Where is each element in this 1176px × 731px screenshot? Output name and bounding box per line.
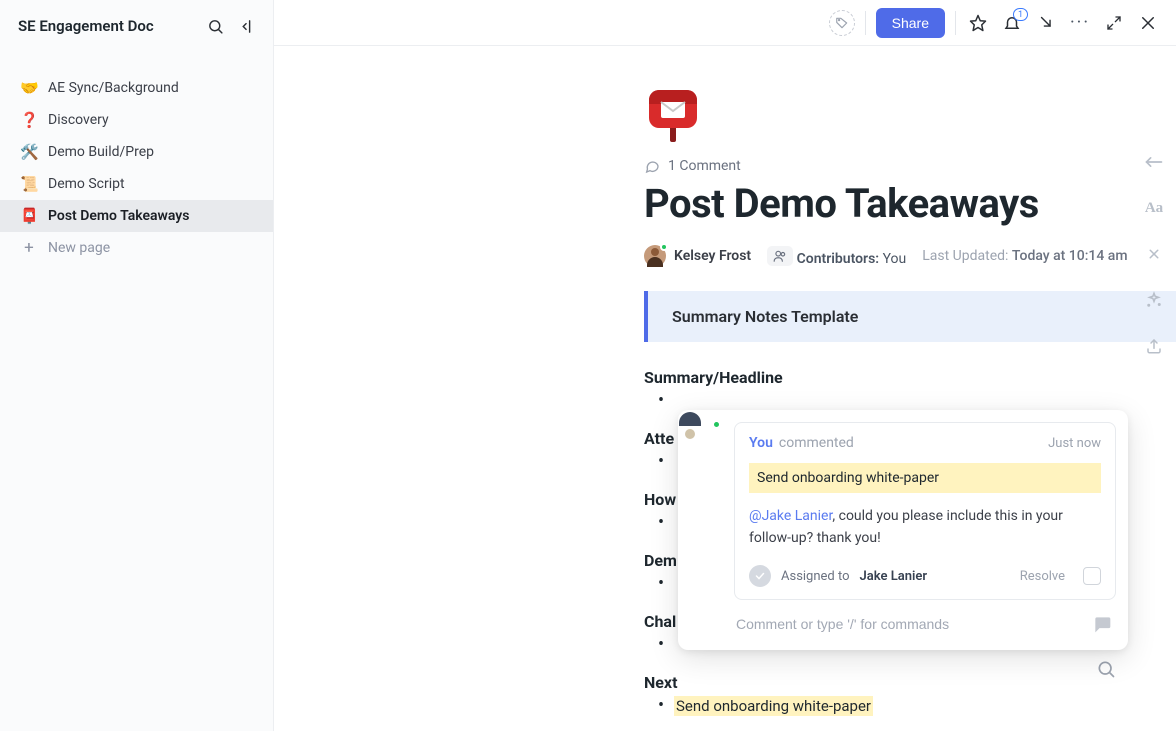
owner-name: Kelsey Frost [674,248,751,264]
document-scroll: 1 Comment Post Demo Takeaways Kelsey Fro… [274,46,1176,731]
sidebar-item-label: Post Demo Takeaways [48,208,189,224]
search-icon[interactable] [203,14,227,38]
sidebar-item-demo-build[interactable]: 🛠️ Demo Build/Prep [0,136,273,168]
comment-count[interactable]: 1 Comment [644,158,1176,174]
comment-header: You commented Just now [749,435,1101,451]
plus-icon: + [20,238,38,258]
star-icon[interactable] [966,11,990,35]
tags-icon[interactable] [829,10,855,36]
document-owner[interactable]: Kelsey Frost [644,245,751,267]
avatar [644,245,666,267]
contributors-label: Contributors: [797,251,879,267]
comment-author-avatar-col [690,422,724,638]
list-item[interactable] [644,389,1176,409]
doc-root-title: SE Engagement Doc [18,17,195,35]
comment-action: commented [779,435,854,451]
sidebar-item-label: New page [48,240,110,256]
assign-check-icon[interactable] [749,565,771,587]
comment-body: @Jake Lanier, could you please include t… [749,505,1101,549]
sidebar-header: SE Engagement Doc [0,0,273,48]
divider [865,11,866,35]
close-icon[interactable] [1136,11,1160,35]
scroll-icon: 📜 [20,175,38,193]
presence-dot-icon [712,420,721,429]
link-icon[interactable] [1142,242,1166,266]
expand-icon[interactable] [1102,11,1126,35]
main-area: Share 1 ··· [274,0,1176,731]
notification-badge: 1 [1013,8,1028,21]
handshake-icon: 🤝 [20,79,38,97]
updated-value: Today at 10:14 am [1012,248,1128,264]
right-tool-rail: Aa [1132,46,1176,358]
sidebar-item-ae-sync[interactable]: 🤝 AE Sync/Background [0,72,273,104]
comment-reply-row [734,610,1116,638]
comment-thread: You commented Just now Send onboarding w… [734,422,1116,600]
send-comment-icon[interactable] [1088,612,1116,636]
comment-popover: You commented Just now Send onboarding w… [678,410,1128,650]
sidebar-item-label: Demo Script [48,176,125,192]
highlighted-text: Send onboarding white-paper [674,696,873,716]
highlighted-text: Send onboarding white-paper [749,463,1101,493]
document-meta: Kelsey Frost Contributors: You Last Upda… [644,245,1176,267]
typography-icon[interactable]: Aa [1142,196,1166,220]
sidebar-item-label: Discovery [48,112,109,128]
page-search-icon[interactable] [1092,655,1120,683]
divider [955,11,956,35]
sparkle-icon[interactable] [1142,288,1166,312]
sidebar-item-discovery[interactable]: ❓ Discovery [0,104,273,136]
width-toggle-icon[interactable] [1142,150,1166,174]
resolve-checkbox[interactable] [1083,567,1101,585]
sidebar-item-demo-script[interactable]: 📜 Demo Script [0,168,273,200]
resolve-button[interactable]: Resolve [1020,569,1065,584]
section-heading[interactable]: Summary/Headline [644,368,1176,387]
sidebar-nav: 🤝 AE Sync/Background ❓ Discovery 🛠️ Demo… [0,48,273,264]
document-title[interactable]: Post Demo Takeaways [644,180,1176,227]
topbar: Share 1 ··· [274,0,1176,46]
updated-label: Last Updated: [922,248,1008,264]
comment-count-label: 1 Comment [668,158,741,174]
page-emoji[interactable] [644,86,702,144]
export-icon[interactable] [1142,334,1166,358]
question-icon: ❓ [20,111,38,129]
more-icon[interactable]: ··· [1068,11,1092,35]
download-icon[interactable] [1034,11,1058,35]
comment-author: You [749,435,773,451]
last-updated: Last Updated: Today at 10:14 am [922,248,1127,264]
sidebar-new-page[interactable]: + New page [0,232,273,264]
presence-dot-icon [660,243,668,251]
mention[interactable]: @Jake Lanier [749,508,832,524]
notifications-icon[interactable]: 1 [1000,11,1024,35]
comment-timestamp: Just now [1048,436,1101,451]
share-button[interactable]: Share [876,8,945,38]
mailbox-icon: 📮 [20,207,38,225]
list-item[interactable]: Send onboarding white-paper [644,694,1176,718]
template-callout[interactable]: Summary Notes Template [644,291,1176,342]
contributors-chip [767,246,793,266]
sidebar: SE Engagement Doc 🤝 AE Sync/Background ❓… [0,0,274,731]
assignee-name[interactable]: Jake Lanier [860,569,928,584]
assigned-label: Assigned to [781,569,850,584]
collapse-sidebar-icon[interactable] [235,14,259,38]
contributors-value: You [883,251,907,267]
sidebar-item-post-demo[interactable]: 📮 Post Demo Takeaways [0,200,273,232]
tools-icon: 🛠️ [20,143,38,161]
sidebar-item-label: AE Sync/Background [48,80,179,96]
contributors[interactable]: Contributors: You [767,246,906,267]
comment-reply-input[interactable] [734,610,1080,638]
sidebar-item-label: Demo Build/Prep [48,144,154,160]
comment-assign-row: Assigned to Jake Lanier Resolve [749,565,1101,587]
comment-quote: Send onboarding white-paper [749,463,1101,493]
